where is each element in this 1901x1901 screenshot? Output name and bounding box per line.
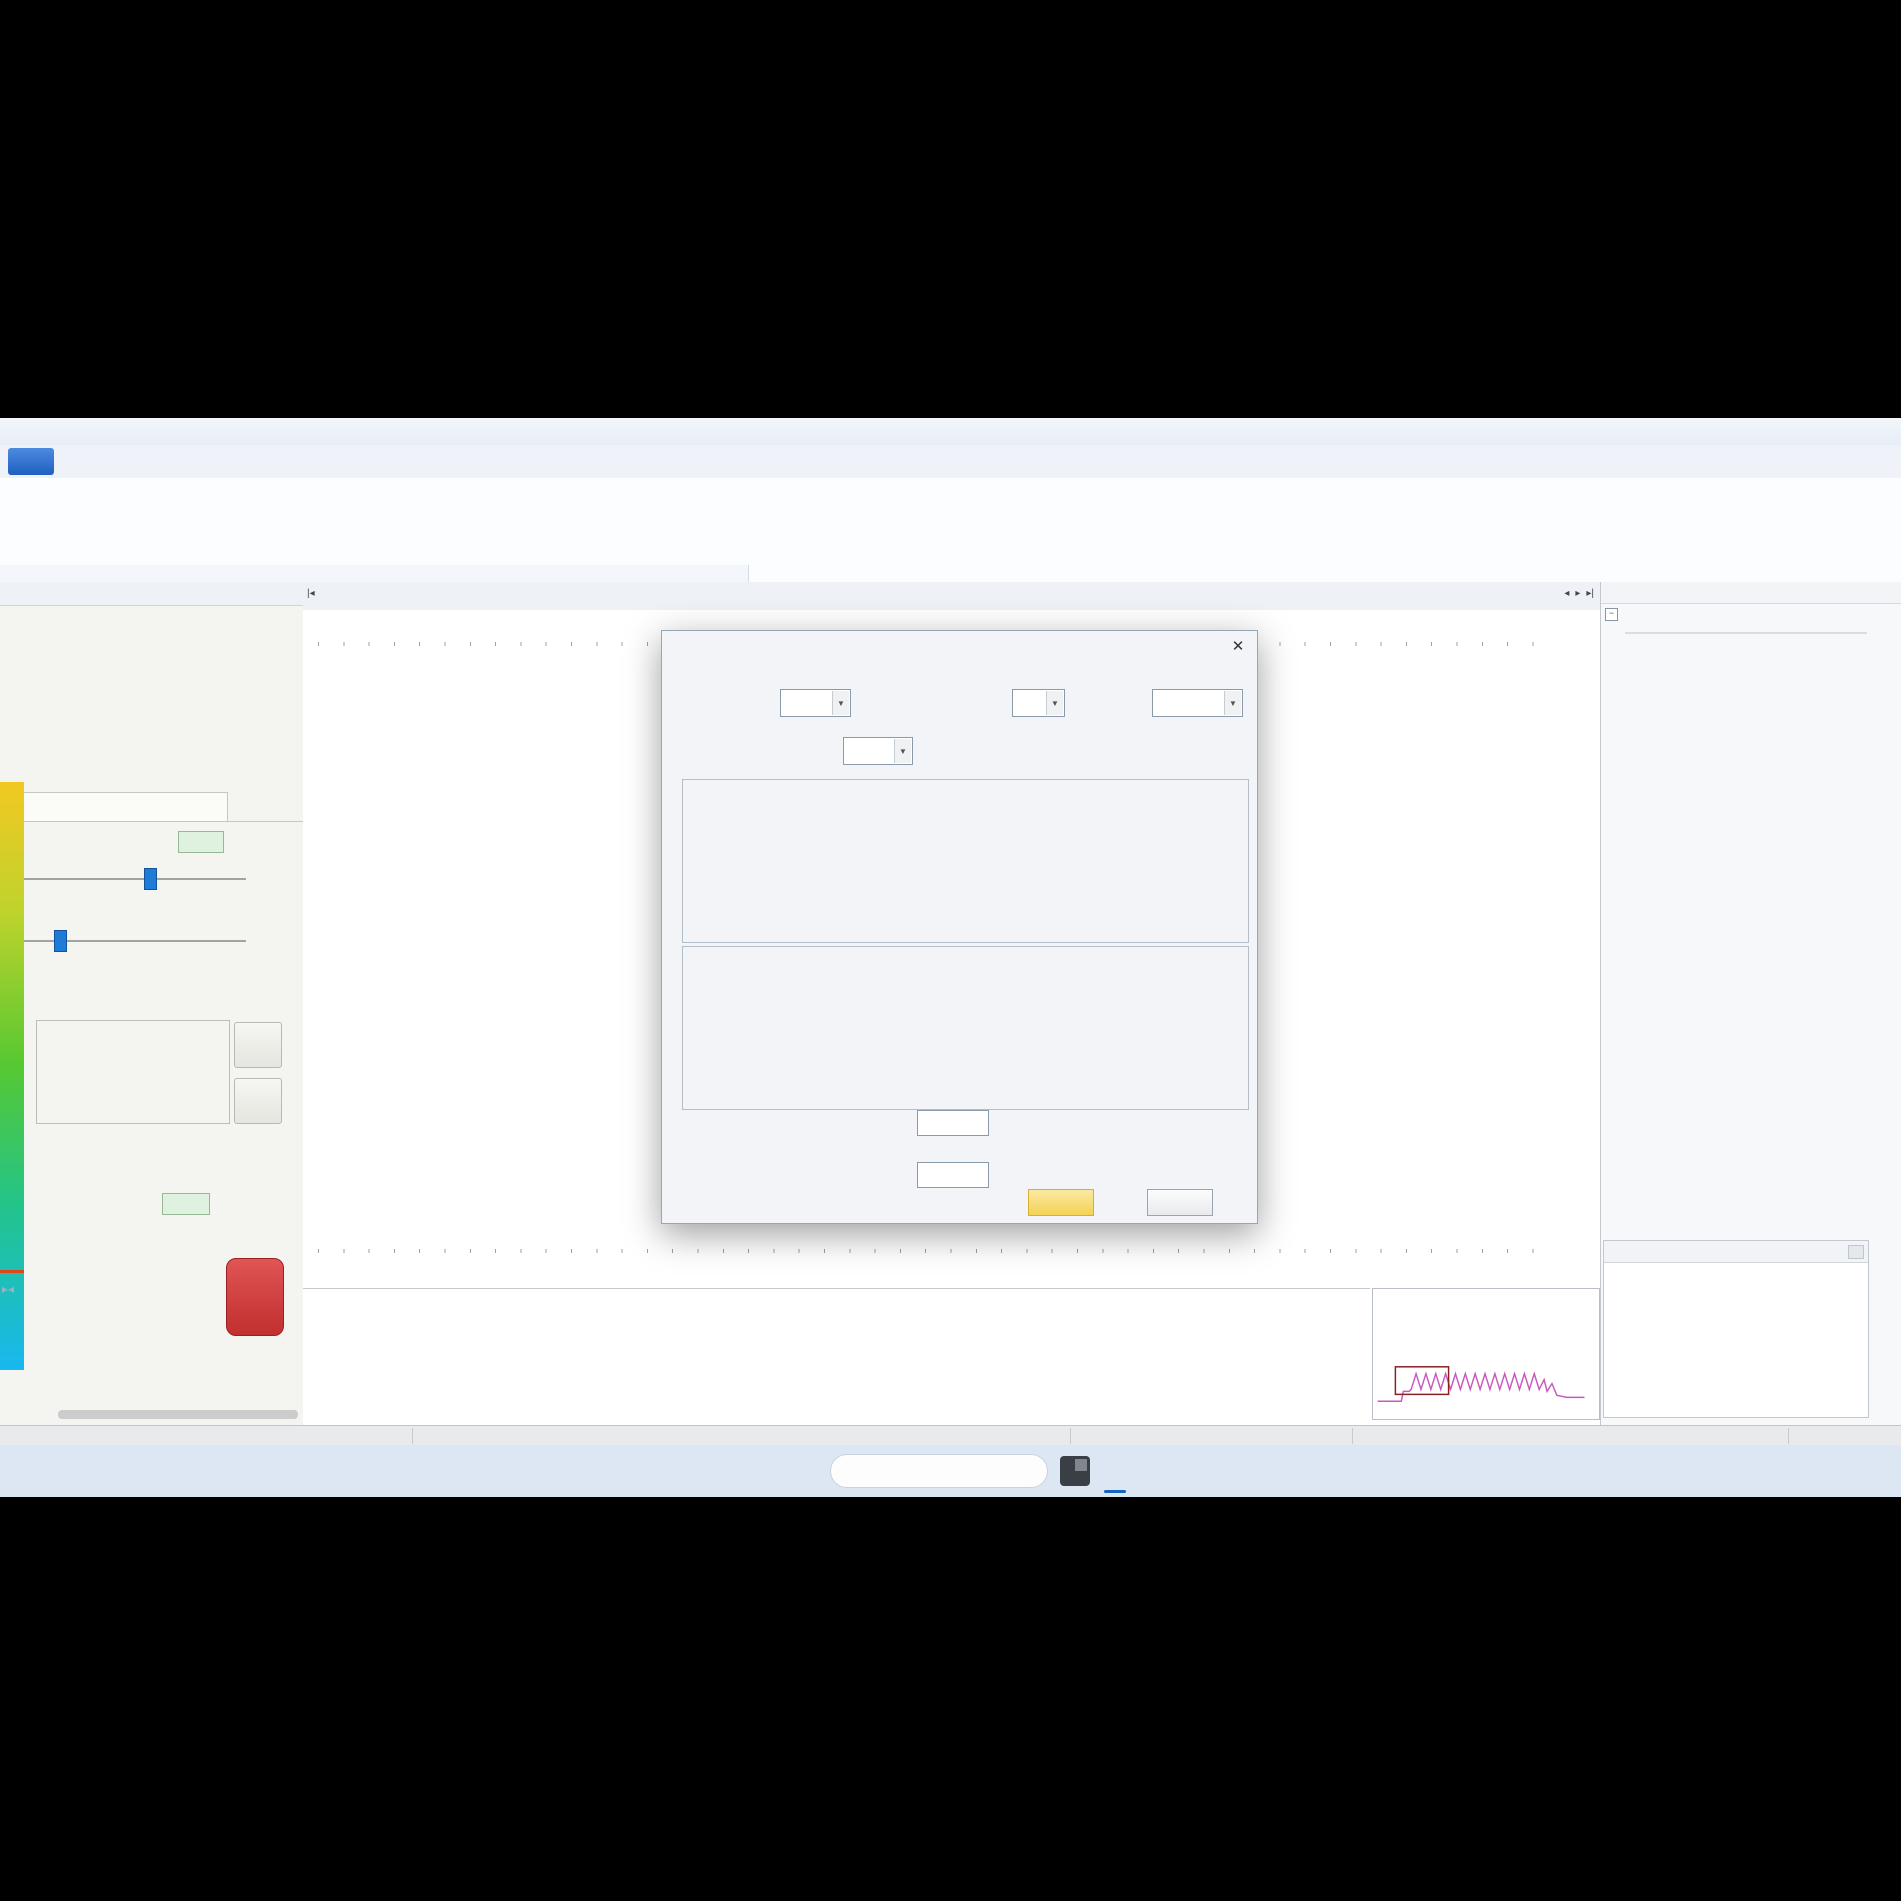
close-icon[interactable]	[1848, 1245, 1864, 1259]
app-menu-button[interactable]	[8, 448, 54, 475]
panel-splitter[interactable]: ▸◂	[2, 1282, 14, 1296]
wxz-app-icon[interactable]	[1096, 1452, 1132, 1488]
search-input[interactable]	[830, 1454, 1048, 1488]
ribbon	[0, 478, 1901, 583]
cancel-button[interactable]	[1147, 1189, 1213, 1216]
control-management-panel: ▸◂	[0, 582, 304, 1425]
coordinate-panel-header	[1604, 1241, 1868, 1263]
collapse-icon[interactable]: −	[1605, 608, 1618, 621]
menu-bar	[0, 445, 1901, 479]
measured-results-table[interactable]	[303, 1288, 1370, 1426]
chevron-down-icon[interactable]: ▼	[1224, 691, 1241, 715]
profile-thumbnail[interactable]	[1372, 1288, 1600, 1420]
property-panel: −	[1600, 582, 1901, 1425]
stop-button[interactable]	[226, 1258, 284, 1336]
sampling-length-select[interactable]: ▼	[843, 737, 913, 765]
level-marker	[0, 1270, 24, 1273]
waviness-parameters-group	[682, 779, 1249, 943]
start-measure-button[interactable]	[234, 1022, 282, 1068]
moving-distance-input[interactable]	[162, 1193, 210, 1215]
tab-scroll-right[interactable]: ◂▸▸|	[1564, 588, 1594, 599]
shape-select[interactable]: ▼	[1152, 689, 1243, 717]
property-panel-header	[1601, 582, 1901, 604]
tab-single-data-acquisition[interactable]	[14, 792, 228, 822]
property-group-row[interactable]: −	[1605, 608, 1625, 621]
bottom-ruler-ticks	[318, 1249, 1534, 1253]
close-icon[interactable]: ✕	[1229, 637, 1247, 655]
acquisition-speed-slider-handle[interactable]	[54, 930, 67, 952]
divider	[0, 821, 303, 822]
horizontal-scrollbar[interactable]	[58, 1410, 298, 1419]
reference-load-input[interactable]	[917, 1110, 989, 1136]
chart-tab-strip: |◂ ◂▸▸|	[303, 582, 1600, 611]
chevron-down-icon[interactable]: ▼	[1046, 691, 1063, 715]
chevron-down-icon[interactable]: ▼	[894, 739, 911, 763]
original-contour-group	[682, 946, 1249, 1110]
status-bar	[0, 1425, 1901, 1445]
acquisition-distance-input[interactable]	[178, 831, 224, 853]
taskbar-app-icon[interactable]	[1060, 1456, 1090, 1486]
stop-measure-button[interactable]	[234, 1078, 282, 1124]
waviness-setting-dialog: ✕ ▼ ▼ ▼ ▼	[661, 630, 1258, 1224]
direction-options-group	[36, 1020, 230, 1124]
title-bar	[0, 418, 1901, 445]
control-panel-header	[0, 582, 303, 606]
running-indicator	[1104, 1490, 1126, 1493]
acquisition-distance-slider[interactable]	[14, 878, 246, 880]
ribbon-group-strip	[0, 565, 749, 582]
windows-taskbar	[0, 1445, 1901, 1497]
ok-button[interactable]	[1028, 1189, 1094, 1216]
coordinate-panel	[1603, 1240, 1869, 1418]
height-difference-input[interactable]	[917, 1162, 989, 1188]
chevron-down-icon[interactable]: ▼	[832, 691, 849, 715]
acquisition-speed-slider[interactable]	[14, 940, 246, 942]
wave-filter-select[interactable]: ▼	[780, 689, 851, 717]
acquisition-distance-slider-handle[interactable]	[144, 868, 157, 890]
evaluation-length-select[interactable]: ▼	[1012, 689, 1065, 717]
tab-scroll-left[interactable]: |◂	[307, 588, 315, 599]
